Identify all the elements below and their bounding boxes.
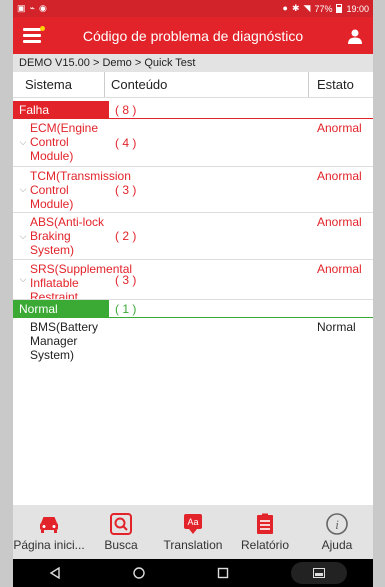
home-circle-icon	[133, 567, 145, 579]
table-header: Sistema Conteúdo Estato	[13, 72, 373, 98]
screenshot-button[interactable]	[287, 559, 351, 587]
table-row[interactable]: ⌵ TCM(Transmission Control Module) ( 3 )…	[13, 167, 373, 213]
home-button[interactable]	[119, 559, 159, 587]
nav-label: Busca	[104, 538, 138, 552]
group-header-normal: Normal ( 1 )	[13, 299, 373, 318]
recents-button[interactable]	[203, 559, 243, 587]
user-icon	[348, 29, 362, 44]
row-count: ( 4 )	[115, 135, 137, 150]
row-system: ABS(Anti-lock Braking System)	[30, 215, 105, 257]
breadcrumb: DEMO V15.00 > Demo > Quick Test	[13, 54, 373, 72]
group-count-falha: ( 8 )	[115, 102, 137, 117]
row-status: Anormal	[317, 169, 362, 183]
row-status: Anormal	[317, 262, 362, 276]
chevron-down-icon: ⌵	[19, 230, 27, 241]
chevron-down-icon: ⌵	[19, 137, 27, 147]
car-icon	[40, 517, 58, 533]
row-system: TCM(Transmission Control Module)	[30, 169, 131, 211]
nav-home[interactable]: Página inici...	[13, 512, 85, 552]
wifi-icon: ◥	[303, 3, 311, 13]
search-icon	[110, 513, 132, 535]
page-title: Código de problema de diagnóstico	[82, 27, 304, 44]
column-header-system: Sistema	[13, 72, 105, 97]
location-icon: ●	[282, 3, 288, 13]
nav-label: Página inici...	[13, 538, 85, 552]
nav-report[interactable]: Relatório	[229, 512, 301, 552]
battery-percent: 77%	[314, 3, 333, 14]
report-icon	[257, 513, 273, 534]
svg-text:Aa: Aa	[187, 517, 198, 527]
chevron-down-icon: ⌵	[19, 184, 27, 194]
table-row[interactable]: ⌵ ECM(Engine Control Module) ( 4 ) Anorm…	[13, 119, 373, 167]
screenshot-icon	[313, 568, 325, 578]
group-label-normal: Normal	[13, 299, 109, 318]
app-frame: ▣ ⌁ ◉ ● ✱ ◥ 77% 19:00 Código de problema…	[13, 0, 373, 587]
nav-label: Relatório	[240, 538, 290, 552]
group-label-falha: Falha	[13, 100, 109, 119]
notification-dot	[40, 26, 45, 31]
svg-text:i: i	[335, 517, 339, 532]
translation-icon: Aa	[184, 514, 202, 534]
nav-search[interactable]: Busca	[85, 512, 157, 552]
row-count: ( 3 )	[115, 272, 137, 287]
back-button[interactable]	[35, 559, 75, 587]
group-count-normal: ( 1 )	[115, 301, 137, 316]
row-system: ECM(Engine Control Module)	[30, 121, 99, 163]
bottom-nav: Página inici... Busca Aa Translation Rel…	[13, 505, 373, 559]
dtc-list: Falha ( 8 ) ⌵ ECM(Engine Control Module)…	[13, 100, 373, 368]
nav-label: Translation	[163, 538, 223, 552]
menu-button[interactable]	[13, 17, 49, 54]
column-header-state: Estato	[317, 77, 354, 92]
row-system: BMS(Battery Manager System)	[30, 320, 99, 362]
column-header-content: Conteúdo	[105, 72, 309, 97]
status-bar: ▣ ⌁ ◉ ● ✱ ◥ 77% 19:00	[13, 0, 373, 17]
clock: 19:00	[346, 3, 369, 14]
title-bar: Código de problema de diagnóstico	[13, 17, 373, 54]
system-nav-bar	[13, 559, 373, 587]
row-status: Anormal	[317, 215, 362, 229]
battery-icon	[336, 4, 343, 13]
back-triangle-icon	[49, 567, 60, 579]
recents-square-icon	[217, 567, 229, 579]
table-row[interactable]: ⌵ SRS(Supplemental Inflatable Restraint …	[13, 260, 373, 300]
user-button[interactable]	[337, 17, 373, 54]
table-row[interactable]: BMS(Battery Manager System) Normal	[13, 318, 373, 368]
usb-icon: ⌁	[29, 3, 35, 13]
help-icon: i	[326, 513, 348, 535]
image-notification-icon: ▣	[17, 3, 26, 13]
row-system: SRS(Supplemental Inflatable Restraint	[30, 262, 133, 300]
nav-help[interactable]: i Ajuda	[301, 512, 373, 552]
hamburger-icon	[23, 28, 41, 31]
row-count: ( 3 )	[115, 182, 137, 197]
row-status: Normal	[317, 320, 356, 334]
row-count: ( 2 )	[115, 229, 137, 243]
chevron-down-icon: ⌵	[19, 274, 27, 284]
table-row[interactable]: ⌵ ABS(Anti-lock Braking System) ( 2 ) An…	[13, 213, 373, 260]
nav-label: Ajuda	[321, 538, 353, 552]
bluetooth-icon: ✱	[291, 3, 300, 13]
group-header-falha: Falha ( 8 )	[13, 100, 373, 119]
nav-translation[interactable]: Aa Translation	[157, 512, 229, 552]
android-icon: ◉	[38, 3, 47, 13]
row-status: Anormal	[317, 121, 362, 135]
